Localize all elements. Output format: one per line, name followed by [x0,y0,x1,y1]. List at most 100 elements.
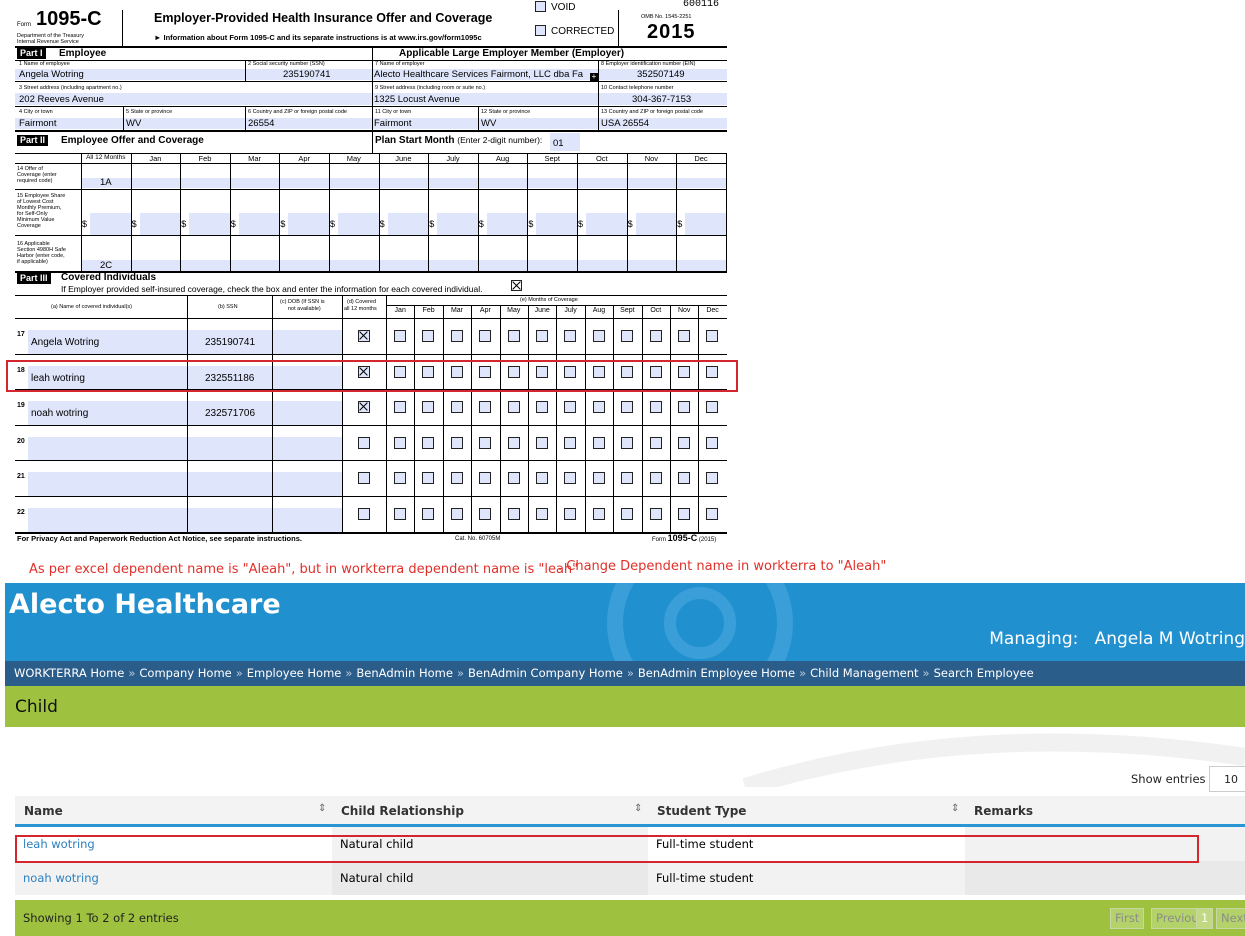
covered-month-checkbox[interactable] [621,472,634,485]
covered-month-checkbox[interactable] [536,472,548,485]
line15-cell[interactable] [586,213,627,235]
line16-cell[interactable] [330,260,379,271]
line15-cell[interactable] [437,213,478,235]
covered-month-checkbox[interactable] [649,472,662,485]
covered-month-checkbox[interactable] [536,508,548,520]
self-insured-checkbox[interactable] [511,280,522,291]
covered-month-checkbox[interactable] [394,472,406,485]
covered-month-checkbox[interactable] [450,436,463,449]
covered-month-checkbox[interactable] [678,472,690,485]
breadcrumb-link[interactable]: Search Employee [934,666,1034,680]
line14-cell[interactable] [280,178,329,188]
line15-cell[interactable] [486,213,528,235]
covered-ssn-cell[interactable] [188,508,272,532]
covered-month-checkbox[interactable] [621,330,634,342]
covered-month-checkbox[interactable] [706,401,719,414]
covered-month-checkbox[interactable] [706,472,719,485]
covered-month-checkbox[interactable] [450,508,463,520]
covered-month-checkbox[interactable] [394,436,406,449]
void-checkbox[interactable] [535,1,546,12]
covered-dob-cell[interactable] [273,436,342,461]
covered-month-checkbox[interactable] [564,401,577,414]
covered-month-checkbox[interactable] [422,436,435,449]
covered-month-checkbox[interactable] [422,508,435,520]
covered-month-checkbox[interactable] [422,401,435,414]
line14-cell[interactable] [578,178,627,188]
table-row[interactable]: noah wotring Natural child Full-time stude… [15,861,1245,895]
covered-name-cell[interactable] [28,472,187,496]
line16-cell[interactable] [379,260,429,271]
line16-cell[interactable] [578,260,627,271]
covered-month-checkbox[interactable] [536,330,548,342]
covered-month-checkbox[interactable] [621,401,634,414]
line16-cell[interactable] [627,260,677,271]
covered-month-checkbox[interactable] [621,436,634,449]
line15-cell[interactable] [536,213,577,235]
line14-cell[interactable] [131,178,181,188]
covered-month-checkbox[interactable] [678,436,690,449]
covered-month-checkbox[interactable] [536,401,548,414]
covered-month-checkbox[interactable] [564,472,577,485]
covered-month-checkbox[interactable] [394,508,406,520]
covered-month-checkbox[interactable] [592,508,605,520]
line14-cell[interactable] [379,178,429,188]
line15-cell[interactable] [288,213,329,235]
covered-month-checkbox[interactable] [507,401,520,414]
child-name-link[interactable]: noah wotring [15,861,332,895]
covered-name-cell[interactable] [28,436,187,461]
breadcrumb-link[interactable]: WORKTERRA Home [14,666,124,680]
covered-month-checkbox[interactable] [479,401,492,414]
covered-month-checkbox[interactable] [592,436,605,449]
covered-month-checkbox[interactable] [507,508,520,520]
line16-cell[interactable] [528,260,577,271]
covered-month-checkbox[interactable] [507,330,520,342]
covered-month-checkbox[interactable] [592,330,605,342]
sort-icon[interactable]: ⇕ [634,803,642,814]
covered-all12-checkbox[interactable] [358,472,370,485]
pager-first-button[interactable]: First [1110,908,1145,929]
covered-month-checkbox[interactable] [564,436,577,449]
pager-page-1-button[interactable]: 1 [1196,908,1214,929]
covered-dob-cell[interactable] [273,330,342,354]
sort-icon[interactable]: ⇕ [951,803,959,814]
covered-month-checkbox[interactable] [649,401,662,414]
line14-cell[interactable] [230,178,280,188]
line15-cell[interactable] [387,213,429,235]
covered-month-checkbox[interactable] [394,401,406,414]
managing-name[interactable]: Angela M Wotring [1095,629,1245,649]
covered-all12-checkbox[interactable] [358,508,370,520]
line14-cell[interactable] [478,178,528,188]
line16-cell[interactable] [230,260,280,271]
covered-month-checkbox[interactable] [450,330,463,342]
covered-month-checkbox[interactable] [450,401,463,414]
line14-cell[interactable] [330,178,379,188]
covered-month-checkbox[interactable] [394,330,406,342]
line16-cell[interactable] [131,260,181,271]
covered-month-checkbox[interactable] [479,330,492,342]
covered-all12-checkbox[interactable] [358,436,370,449]
covered-month-checkbox[interactable] [536,436,548,449]
line15-cell[interactable] [685,213,726,235]
covered-month-checkbox[interactable] [422,330,435,342]
pager-next-button[interactable]: Next [1216,908,1245,929]
column-header-student-type[interactable]: Student Type [657,804,746,818]
covered-all12-checkbox[interactable] [358,401,370,414]
line15-cell[interactable] [139,213,181,235]
column-header-name[interactable]: Name [24,804,63,818]
line14-cell[interactable] [677,178,726,188]
covered-month-checkbox[interactable] [592,472,605,485]
line14-cell[interactable] [181,178,230,188]
line14-cell[interactable] [528,178,577,188]
line15-cell[interactable] [189,213,230,235]
line15-cell[interactable] [635,213,677,235]
covered-month-checkbox[interactable] [649,508,662,520]
line16-cell[interactable] [429,260,478,271]
covered-month-checkbox[interactable] [507,472,520,485]
breadcrumb-link[interactable]: BenAdmin Home [356,666,453,680]
breadcrumb-link[interactable]: Employee Home [247,666,342,680]
line16-cell[interactable] [280,260,329,271]
line16-cell[interactable] [478,260,528,271]
expand-icon[interactable]: + [590,73,598,81]
covered-month-checkbox[interactable] [649,436,662,449]
line16-cell[interactable] [677,260,726,271]
